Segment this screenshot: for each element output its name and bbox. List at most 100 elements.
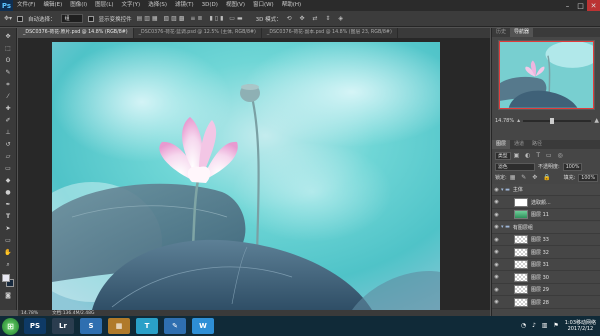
tab-navigator[interactable]: 导航器	[510, 28, 534, 37]
layer-kind-dropdown[interactable]: 类型	[495, 151, 511, 160]
tab-doc-1[interactable]: _DSC0376-荷花·原片.psd @ 14.8% (RGB/8#)	[18, 28, 134, 38]
menu-item[interactable]: 帮助(H)	[278, 0, 305, 11]
layer-row[interactable]: ◉ 图层 29	[492, 284, 600, 296]
tray-icons[interactable]: ◔ ♪ ▥ ⚑	[521, 323, 561, 329]
navigator-view-rect[interactable]	[499, 41, 594, 109]
shape-tool-icon[interactable]: ▭	[3, 236, 14, 245]
history-brush-icon[interactable]: ↺	[3, 140, 14, 149]
clone-stamp-icon[interactable]: ⊥	[3, 128, 14, 137]
visibility-eye-icon[interactable]: ◉	[492, 262, 501, 268]
tab-channels[interactable]: 通道	[510, 140, 528, 149]
layer-row[interactable]: ◉ ▾ ▬ 主体	[492, 184, 600, 196]
layer-row[interactable]: ◉ 图层 31	[492, 259, 600, 271]
clock[interactable]: 1:03移动网络 2017/2/12	[565, 320, 596, 332]
navigator-zoom-value[interactable]: 14.78%	[495, 118, 514, 124]
move-tool-icon[interactable]: ✥▾	[4, 15, 12, 22]
taskbar-app-button[interactable]: Lr	[52, 318, 74, 334]
tab-paths[interactable]: 路径	[528, 140, 546, 149]
type-tool-icon[interactable]: T	[3, 212, 14, 221]
3d-mode-icons[interactable]: ⟲ ✥ ⇄ ⇕ ◈	[287, 15, 346, 22]
layer-row[interactable]: ◉ ▾ ▬ 有图层组	[492, 221, 600, 234]
close-button[interactable]: ✕	[587, 0, 600, 11]
quick-mask-icon[interactable]: ◙	[3, 291, 14, 300]
foreground-color-swatch[interactable]	[1, 274, 10, 282]
align-icons[interactable]: ▤▥▦ ▧▨▩ ≡≣	[137, 15, 205, 22]
dodge-tool-icon[interactable]: ●	[3, 188, 14, 197]
taskbar-app-button[interactable]: ✎	[164, 318, 186, 334]
visibility-eye-icon[interactable]: ◉	[492, 299, 501, 305]
fill-value[interactable]: 100%	[578, 173, 599, 182]
tab-doc-2[interactable]: _DSC0376-荷花·蓝调.psd @ 12.5% (主体, RGB/8#)	[133, 28, 262, 38]
opacity-value[interactable]: 100%	[562, 162, 583, 171]
layer-row[interactable]: ◉ 图层 32	[492, 247, 600, 259]
menu-item[interactable]: 文字(Y)	[118, 0, 145, 11]
menu-item[interactable]: 编辑(E)	[39, 0, 66, 11]
lock-icons[interactable]: ▦ ✎ ✥ 🔒	[510, 174, 553, 181]
color-swatches[interactable]	[1, 274, 15, 288]
folder-icon[interactable]: ▾ ▬	[501, 187, 510, 193]
layer-row[interactable]: ◉ 图层 33	[492, 234, 600, 246]
blur-tool-icon[interactable]: ◆	[3, 176, 14, 185]
tab-doc-3[interactable]: _DSC0376-荷花·副本.psd @ 14.8% (图层 23, RGB/8…	[261, 28, 398, 38]
auto-select-checkbox[interactable]	[17, 15, 24, 22]
navigator-thumbnail[interactable]	[498, 40, 595, 110]
gradient-tool-icon[interactable]: ▭	[3, 164, 14, 173]
zoom-out-icon[interactable]: ▴	[517, 118, 520, 124]
taskbar-app-button[interactable]: W	[192, 318, 214, 334]
visibility-eye-icon[interactable]: ◉	[492, 287, 501, 293]
tab-layers[interactable]: 图层	[492, 140, 511, 149]
auto-select-dropdown[interactable]: 组	[60, 14, 83, 23]
hand-tool-icon[interactable]: ✋	[3, 248, 14, 257]
pen-tool-icon[interactable]: ✒	[3, 200, 14, 209]
menu-item[interactable]: 滤镜(T)	[171, 0, 198, 11]
transform-controls-label: 显示变换控件	[98, 16, 132, 23]
blend-mode-dropdown[interactable]: 滤色	[495, 162, 535, 171]
layer-row[interactable]: ◉ 图层 28	[492, 297, 600, 309]
zoom-in-icon[interactable]: ▲	[594, 118, 599, 124]
marquee-tool-icon[interactable]: ⬚	[3, 44, 14, 53]
lasso-tool-icon[interactable]: ʘ	[3, 56, 14, 65]
maximize-button[interactable]: □	[574, 0, 587, 11]
layer-row[interactable]: ◉ 选取颜...	[492, 197, 600, 209]
move-tool-icon[interactable]: ✥	[3, 32, 14, 41]
menu-item[interactable]: 3D(D)	[198, 0, 222, 11]
taskbar-app-button[interactable]: PS	[24, 318, 46, 334]
zoom-slider[interactable]	[523, 118, 592, 124]
quick-select-tool-icon[interactable]: ✎	[3, 68, 14, 77]
layer-row[interactable]: ◉ 图层 11	[492, 209, 600, 221]
eraser-tool-icon[interactable]: ▱	[3, 152, 14, 161]
visibility-eye-icon[interactable]: ◉	[492, 199, 501, 205]
taskbar-app-button[interactable]: ▦	[108, 318, 130, 334]
start-button[interactable]: ⊞	[2, 317, 19, 335]
healing-brush-icon[interactable]: ✚	[3, 104, 14, 113]
transform-controls-checkbox[interactable]	[87, 15, 94, 22]
distribute-icons[interactable]: ▮▯▮ ▭▬	[209, 15, 244, 22]
menu-item[interactable]: 文件(F)	[13, 0, 39, 11]
visibility-eye-icon[interactable]: ◉	[492, 274, 501, 280]
menu-item[interactable]: 图层(L)	[91, 0, 117, 11]
zoom-slider-knob[interactable]	[550, 118, 555, 124]
layer-filter-icons[interactable]: ▣ ◐ T ▭ ◎	[514, 152, 565, 159]
canvas-image[interactable]	[52, 42, 440, 310]
visibility-eye-icon[interactable]: ◉	[492, 224, 501, 230]
menu-item[interactable]: 视图(V)	[222, 0, 249, 11]
minimize-button[interactable]: –	[561, 0, 574, 11]
menu-item[interactable]: 选择(S)	[144, 0, 171, 11]
path-select-icon[interactable]: ➤	[3, 224, 14, 233]
crop-tool-icon[interactable]: ⌗	[3, 80, 14, 89]
brush-tool-icon[interactable]: ✐	[3, 116, 14, 125]
visibility-eye-icon[interactable]: ◉	[492, 212, 501, 218]
zoom-tool-icon[interactable]: ⌕	[3, 260, 14, 269]
menu-item[interactable]: 窗口(W)	[249, 0, 278, 11]
layer-row[interactable]: ◉ 图层 30	[492, 272, 600, 284]
taskbar-app-button[interactable]: T	[136, 318, 158, 334]
menu-item[interactable]: 图像(I)	[66, 0, 91, 11]
visibility-eye-icon[interactable]: ◉	[492, 249, 501, 255]
tab-history[interactable]: 历史	[492, 28, 510, 37]
visibility-eye-icon[interactable]: ◉	[492, 237, 501, 243]
visibility-eye-icon[interactable]: ◉	[492, 187, 501, 193]
taskbar-app-button[interactable]: S	[80, 318, 102, 334]
status-zoom[interactable]: 14.78%	[21, 311, 38, 316]
folder-icon[interactable]: ▾ ▬	[501, 224, 510, 230]
eyedropper-tool-icon[interactable]: ⁄	[3, 92, 14, 101]
